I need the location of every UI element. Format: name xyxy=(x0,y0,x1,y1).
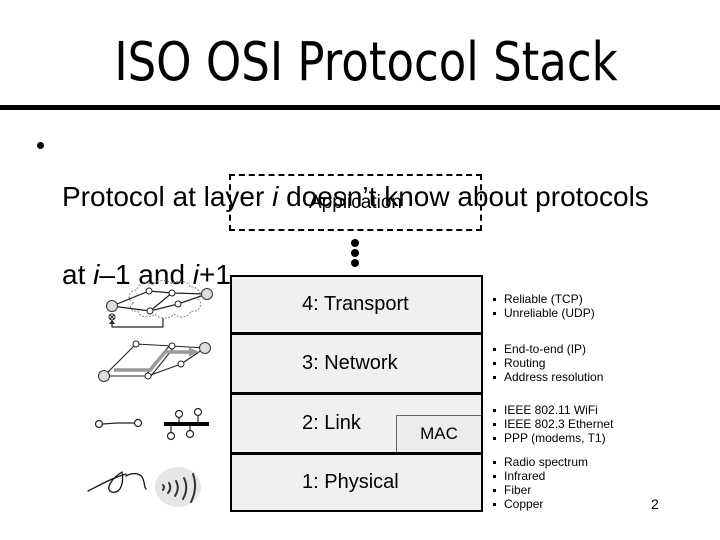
routed-network-icon xyxy=(98,340,211,382)
router-node xyxy=(145,287,153,295)
link-wire xyxy=(102,422,135,425)
end-host-node xyxy=(199,342,211,354)
feedback-path xyxy=(111,318,164,328)
host-node xyxy=(94,419,104,429)
host-node xyxy=(193,407,203,417)
router-node xyxy=(168,289,176,297)
router-node xyxy=(132,340,140,348)
host-node xyxy=(174,409,184,419)
shared-bus-icon xyxy=(164,407,209,441)
point-to-point-link-icon xyxy=(94,418,143,429)
feedback-arrowhead xyxy=(109,320,115,324)
layer-illustrations xyxy=(87,279,213,507)
host-node xyxy=(133,418,143,428)
radio-waves-icon xyxy=(155,467,201,507)
cloud-network-icon xyxy=(106,279,213,328)
slide: ISO OSI Protocol Stack Protocol at layer… xyxy=(0,0,720,540)
router-node xyxy=(168,342,176,350)
router-node xyxy=(174,300,182,308)
crossed-circle-icon xyxy=(108,313,116,321)
host-node xyxy=(166,431,176,441)
router-node xyxy=(144,372,152,380)
wire-icon xyxy=(87,471,147,493)
bus-line xyxy=(164,422,209,426)
host-node xyxy=(185,429,195,439)
network-link xyxy=(135,343,173,347)
router-node xyxy=(146,307,154,315)
router-node xyxy=(177,360,185,368)
end-host-node xyxy=(98,370,110,382)
end-host-node xyxy=(106,300,118,312)
end-host-node xyxy=(201,288,213,300)
